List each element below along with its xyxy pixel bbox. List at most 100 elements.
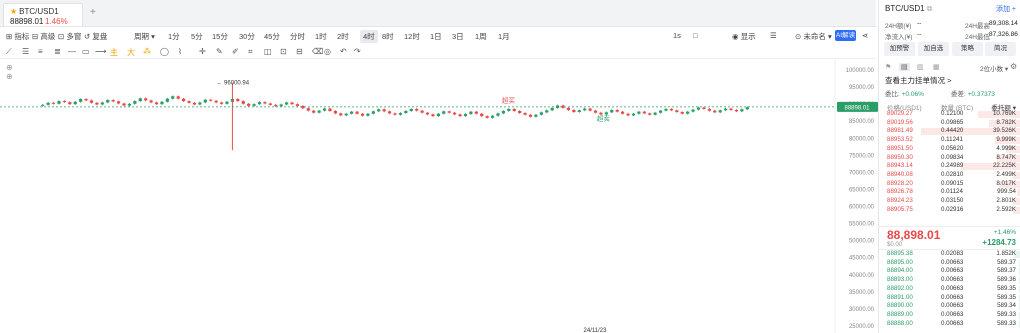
price-chart[interactable]: 100000.0095000.0090000.0085000.0080000.0… xyxy=(0,60,878,333)
interval-8[interactable]: 4时 xyxy=(360,30,378,43)
candle-body xyxy=(328,108,332,111)
ask-row[interactable]: 89019.56 0.09865 8.782K xyxy=(879,119,1020,128)
qty-cell: 0.01124 xyxy=(941,188,963,196)
strategy-button[interactable]: 策略 xyxy=(952,42,983,56)
multi-window-button[interactable]: ⊡ 多窗 xyxy=(58,31,81,42)
ask-row[interactable]: 88943.14 0.24989 22.225K xyxy=(879,162,1020,171)
interval-12[interactable]: 3日 xyxy=(452,31,464,42)
ask-row[interactable]: 89029.27 0.12100 10.769K xyxy=(879,110,1020,119)
interval-14[interactable]: 1月 xyxy=(498,31,510,42)
bid-row[interactable]: 88892.00 0.00663 589.35 xyxy=(879,285,1020,294)
pin-tool-icon[interactable]: ✛ xyxy=(199,47,206,56)
master-tool-icon[interactable]: 主 xyxy=(110,47,118,58)
candle-body xyxy=(62,101,66,103)
ask-row[interactable]: 88905.75 0.02916 2.592K xyxy=(879,206,1020,215)
book-bids-icon[interactable]: ▥ xyxy=(917,63,924,71)
hline-tool-icon[interactable]: ☰ xyxy=(22,47,29,56)
add-watchlist-button[interactable]: 加自选 xyxy=(918,42,949,56)
candle-body xyxy=(740,109,744,112)
menu-icon[interactable]: ☰ xyxy=(770,31,777,40)
circle-tool-icon[interactable]: ◯ xyxy=(160,47,169,56)
ray-tool-icon[interactable]: ≣ xyxy=(54,47,61,56)
big-tool-icon[interactable]: 大 xyxy=(127,47,135,58)
y-tick-label: 30000.00 xyxy=(849,307,875,313)
interval-0[interactable]: 1分 xyxy=(168,31,180,42)
ask-row[interactable]: 88951.50 0.05620 4.999K xyxy=(879,145,1020,154)
horizontal-tool-icon[interactable]: — xyxy=(68,47,76,56)
tab-btc-usd1[interactable]: ★ BTC/USD1 88898.01 1.46% xyxy=(3,3,83,26)
undo-icon[interactable]: ↶ xyxy=(340,47,347,56)
line-tool-icon[interactable]: ⟋ xyxy=(6,47,12,57)
precision-dropdown[interactable]: 2位小数 ▾ xyxy=(980,63,1008,73)
candle-body xyxy=(138,98,142,102)
period-dropdown[interactable]: 周期 ▾ xyxy=(134,31,155,42)
y-tick-label: 85000.00 xyxy=(849,119,875,125)
add-tab-icon[interactable]: + xyxy=(90,7,96,18)
interval-11[interactable]: 1日 xyxy=(430,31,442,42)
bid-row[interactable]: 88890.00 0.00663 589.34 xyxy=(879,302,1020,311)
bid-row[interactable]: 88895.38 0.02083 1.852K xyxy=(879,250,1020,259)
overview-button[interactable]: 简况 xyxy=(985,42,1016,56)
fib-tool-icon[interactable]: ⁂ xyxy=(143,47,151,56)
ask-row[interactable]: 88950.30 0.09834 8.747K xyxy=(879,154,1020,163)
bid-row[interactable]: 88888.00 0.00663 589.33 xyxy=(879,320,1020,329)
interval-5[interactable]: 分时 xyxy=(290,31,305,42)
pencil-tool-icon[interactable]: ✐ xyxy=(232,47,239,56)
path-tool-icon[interactable]: ⌇ xyxy=(178,47,182,56)
gear-icon[interactable]: ⚙ xyxy=(1010,62,1017,71)
add-alert-button[interactable]: 加预警 xyxy=(884,42,915,56)
ai-analyze-button[interactable]: AI解读 xyxy=(835,30,856,41)
ruler-tool-icon[interactable]: ⊟ xyxy=(296,47,303,56)
add-favorite-button[interactable]: 添加 + xyxy=(996,4,1016,14)
eye-tool-icon[interactable]: ◎ xyxy=(324,47,331,56)
brush-tool-icon[interactable]: ✎ xyxy=(216,47,223,56)
layout-icon[interactable]: □ xyxy=(693,31,698,40)
candle-body xyxy=(648,113,652,115)
ask-row[interactable]: 88928.20 0.09015 8.017K xyxy=(879,180,1020,189)
interval-7[interactable]: 2时 xyxy=(337,31,349,42)
ask-row[interactable]: 88953.52 0.11241 9.999K xyxy=(879,136,1020,145)
ask-row[interactable]: 88940.08 0.02810 2.499K xyxy=(879,171,1020,180)
oversold-label: 超卖 xyxy=(597,113,611,122)
bid-row[interactable]: 88895.00 0.00663 589.37 xyxy=(879,259,1020,268)
display-button[interactable]: ◉ 显示 xyxy=(732,31,756,42)
replay-button[interactable]: ↺ 复盘 xyxy=(84,31,107,42)
ask-row[interactable]: 88924.23 0.03150 2.801K xyxy=(879,197,1020,206)
interval-9[interactable]: 8时 xyxy=(382,31,394,42)
share-icon[interactable]: ⋖ xyxy=(862,31,868,40)
interval-1[interactable]: 5分 xyxy=(191,31,203,42)
redo-icon[interactable]: ↷ xyxy=(354,47,361,56)
lock-tool-icon[interactable]: ⊡ xyxy=(280,47,287,56)
advanced-button[interactable]: ⊟ 高级 xyxy=(32,31,55,42)
arrow-tool-icon[interactable]: ⟶ xyxy=(95,47,106,56)
bid-row[interactable]: 88894.00 0.00663 589.37 xyxy=(879,267,1020,276)
copy-icon[interactable]: ⧉ xyxy=(927,4,933,13)
measure-tool-icon[interactable]: ⌗ xyxy=(248,47,253,57)
channel-tool-icon[interactable]: ≡ xyxy=(38,47,43,56)
trash-tool-icon[interactable]: ⌫ xyxy=(312,47,323,56)
template-dropdown[interactable]: ⊙ 未命名 ▾ xyxy=(795,31,832,42)
bid-row[interactable]: 88889.00 0.00663 589.33 xyxy=(879,311,1020,320)
indicator-button[interactable]: ⊞ 指标 xyxy=(6,31,29,42)
bid-row[interactable]: 88891.00 0.00663 589.35 xyxy=(879,294,1020,303)
interval-2[interactable]: 15分 xyxy=(212,31,228,42)
candle-body xyxy=(274,104,278,107)
book-both-icon[interactable]: ▤ xyxy=(899,63,910,71)
ask-row[interactable]: 88926.78 0.01124 999.54 xyxy=(879,188,1020,197)
main-orders-link[interactable]: 查看主力挂单情况 > xyxy=(885,75,951,86)
interval-4[interactable]: 45分 xyxy=(264,31,280,42)
interval-1s[interactable]: 1s xyxy=(673,31,681,40)
book-asks-icon[interactable]: ▦ xyxy=(933,63,940,71)
flag-icon[interactable]: ⚑ xyxy=(885,63,891,71)
interval-6[interactable]: 1时 xyxy=(315,31,327,42)
order-diff: 委差: +0.37373 xyxy=(951,88,995,98)
price-cell: 88905.75 xyxy=(887,205,913,213)
interval-13[interactable]: 1周 xyxy=(475,31,487,42)
bid-row[interactable]: 88893.00 0.00663 589.36 xyxy=(879,276,1020,285)
rect-tool-icon[interactable]: ▭ xyxy=(82,47,90,56)
interval-3[interactable]: 30分 xyxy=(239,31,255,42)
bag-tool-icon[interactable]: ◫ xyxy=(264,47,272,56)
interval-10[interactable]: 12时 xyxy=(404,31,420,42)
ask-row[interactable]: 88981.49 0.44420 39.526K xyxy=(879,127,1020,136)
candle-body xyxy=(626,113,630,116)
